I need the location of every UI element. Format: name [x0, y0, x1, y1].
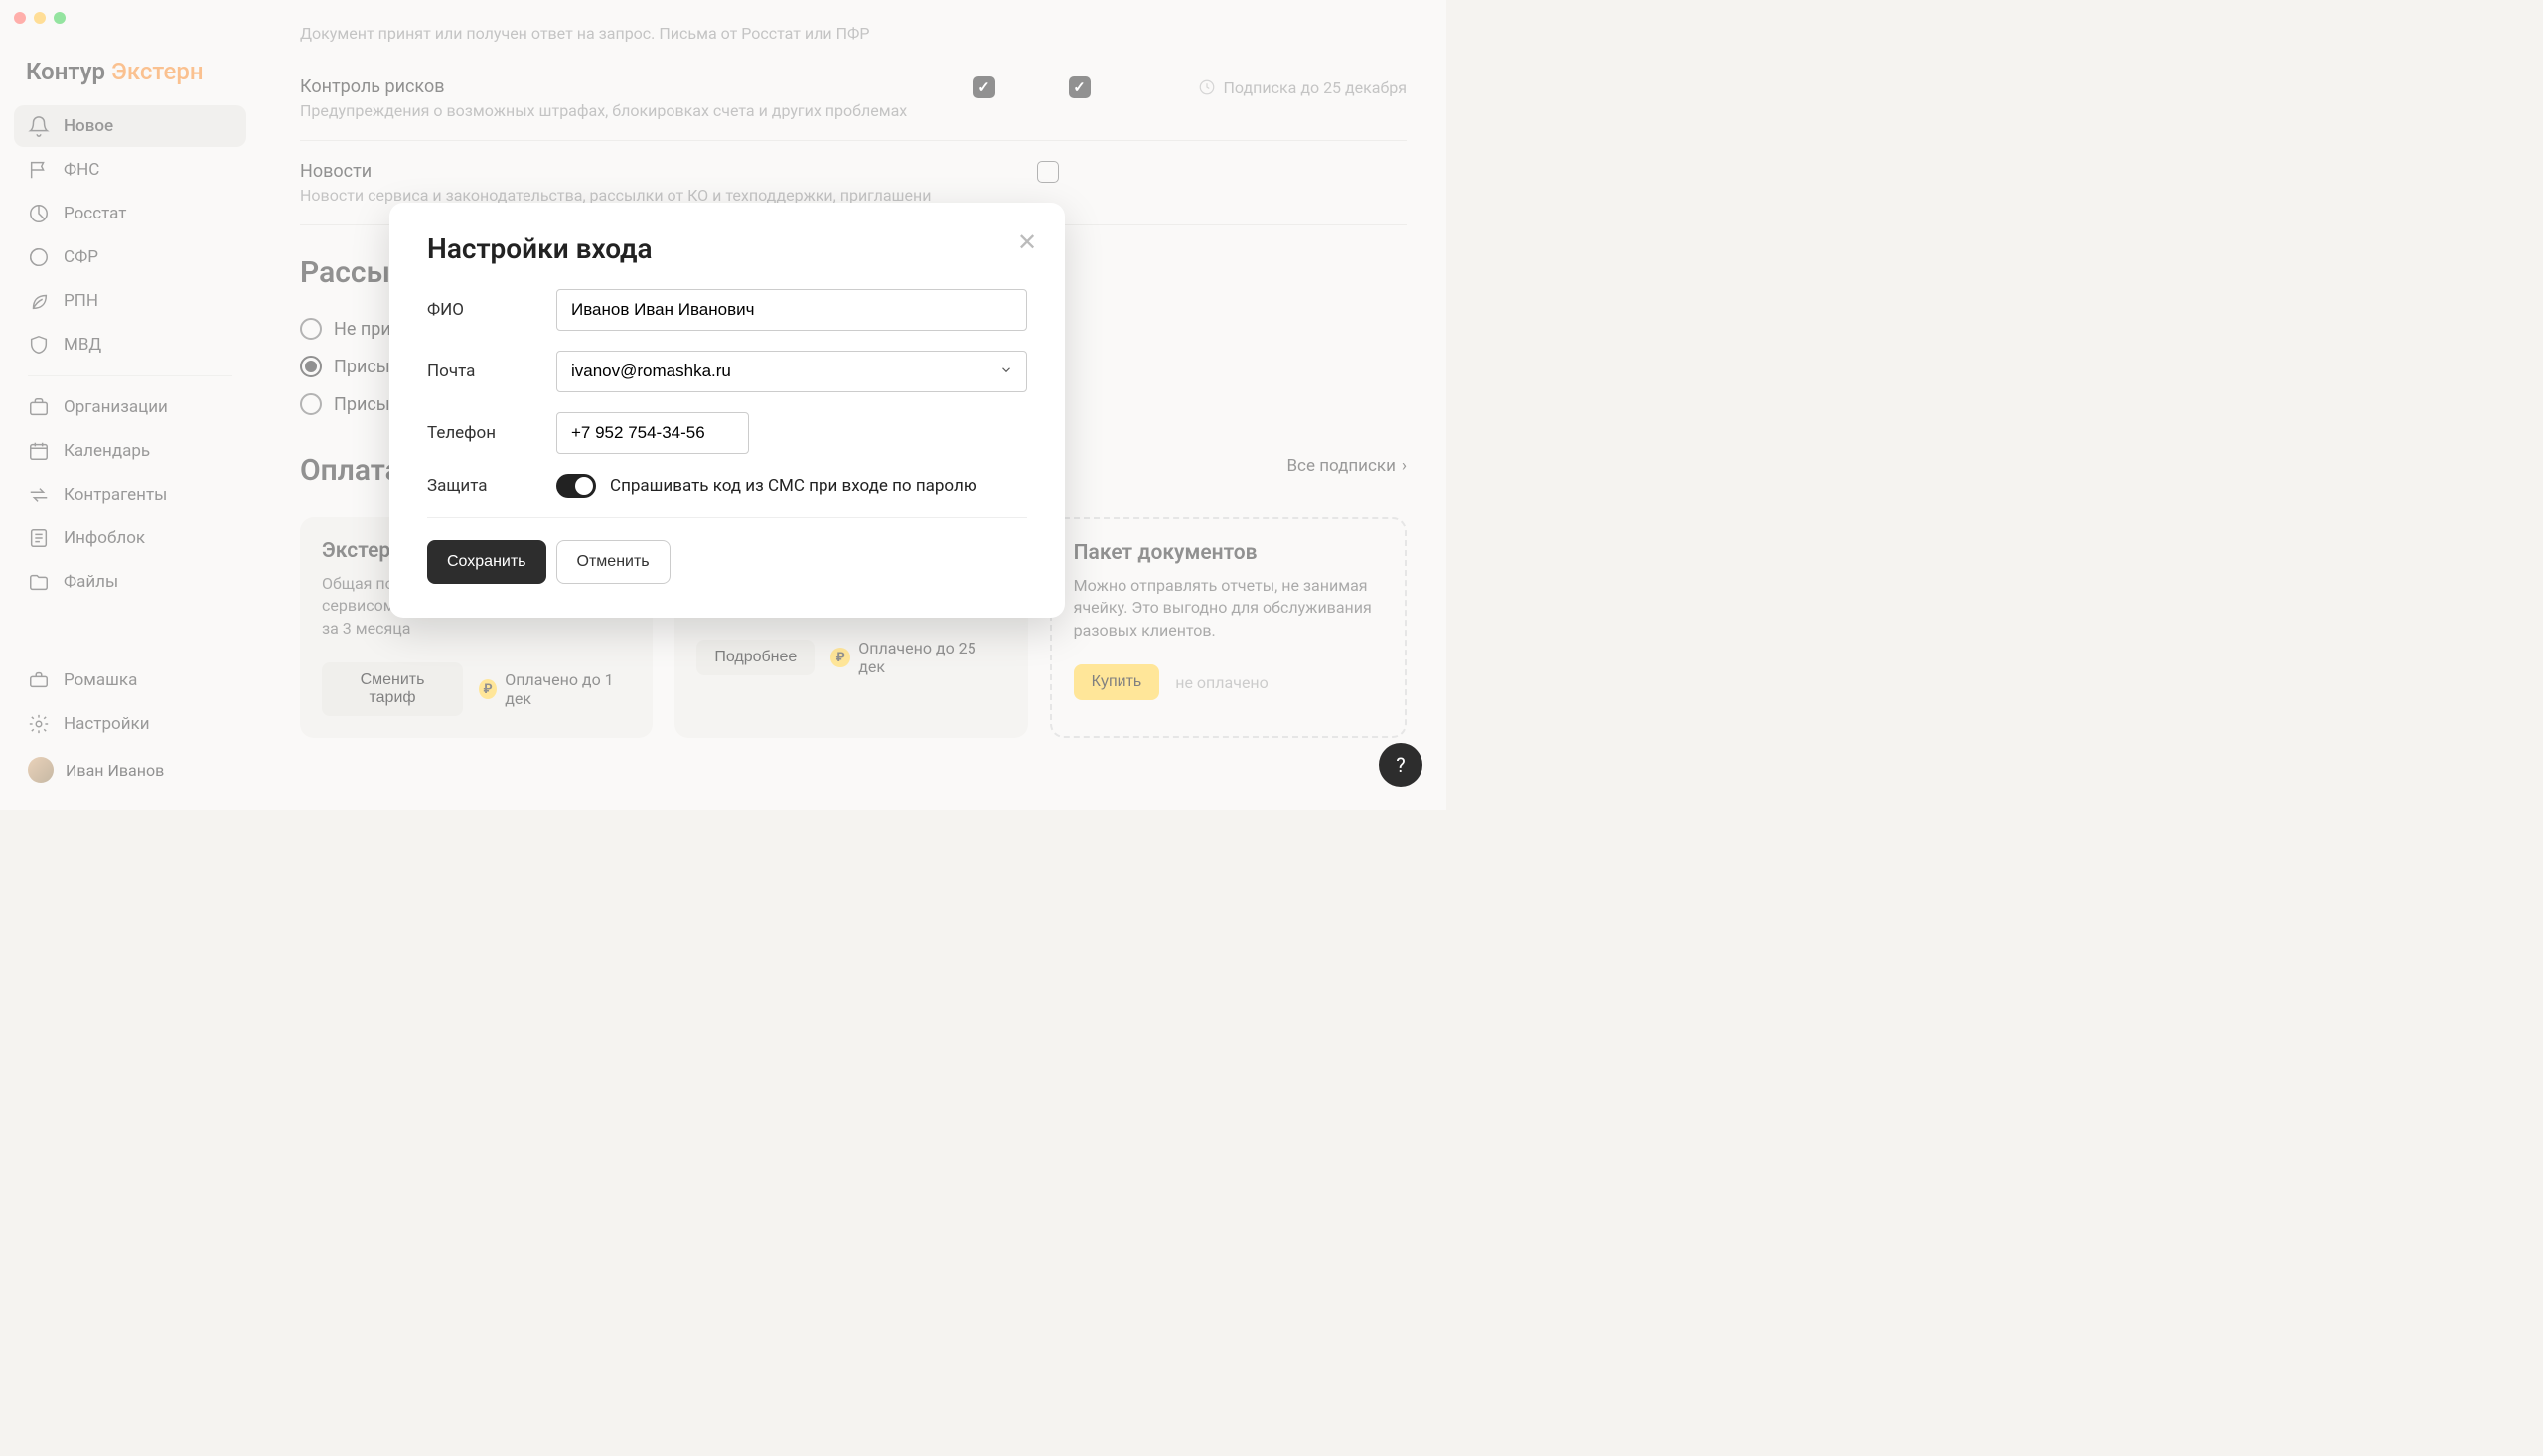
- protect-label: Защита: [427, 476, 546, 496]
- email-select[interactable]: [556, 351, 1027, 392]
- modal-divider: [427, 517, 1027, 518]
- fio-row: ФИО: [427, 289, 1027, 331]
- fio-input[interactable]: [556, 289, 1027, 331]
- phone-label: Телефон: [427, 423, 546, 443]
- email-row: Почта: [427, 351, 1027, 392]
- email-label: Почта: [427, 362, 546, 381]
- cancel-button[interactable]: Отменить: [556, 540, 671, 584]
- modal-title: Настройки входа: [427, 232, 1027, 265]
- phone-input[interactable]: [556, 412, 749, 454]
- save-button[interactable]: Сохранить: [427, 540, 546, 584]
- close-icon[interactable]: ✕: [1013, 228, 1041, 256]
- help-button[interactable]: ?: [1379, 743, 1422, 787]
- toggle-label: Спрашивать код из СМС при входе по парол…: [610, 476, 977, 496]
- login-settings-modal: Настройки входа ✕ ФИО Почта Телефон Защи…: [389, 203, 1065, 618]
- protect-row: Защита Спрашивать код из СМС при входе п…: [427, 474, 1027, 498]
- phone-row: Телефон: [427, 412, 1027, 454]
- fio-label: ФИО: [427, 300, 546, 320]
- sms-toggle[interactable]: [556, 474, 596, 498]
